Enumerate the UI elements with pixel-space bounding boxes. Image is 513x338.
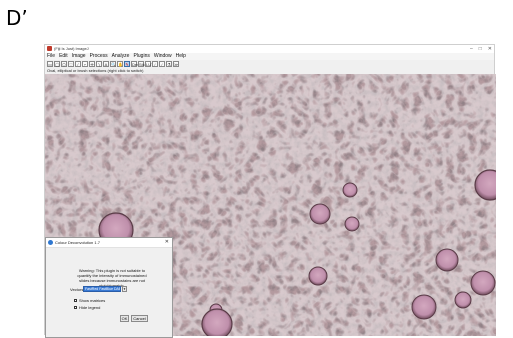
menu-edit[interactable]: Edit (59, 53, 68, 60)
chevron-down-icon[interactable]: ▼ (122, 286, 127, 292)
rectangle-tool-icon[interactable]: ▭ (47, 61, 53, 67)
menu-bar: File Edit Image Process Analyze Plugins … (45, 53, 494, 60)
brush-tool-icon[interactable]: ⁄ (159, 61, 165, 67)
show-matrices-label: Show matrices (79, 298, 106, 303)
colour-deconvolution-dialog: Colour Deconvolution 1.7 ✕ Warning: This… (45, 237, 173, 338)
show-matrices-checkbox[interactable] (74, 299, 77, 302)
hide-legend-checkbox[interactable] (74, 306, 77, 309)
menu-image[interactable]: Image (72, 53, 86, 60)
menu-plugins[interactable]: Plugins (133, 53, 149, 60)
dev-tool-icon[interactable]: Dev (131, 61, 139, 67)
color-picker-tool-icon[interactable]: ✎ (124, 61, 130, 67)
cell-body (342, 182, 358, 198)
minimize-button[interactable]: – (470, 45, 473, 53)
cell-body (470, 270, 496, 296)
line-tool-icon[interactable]: ∕ (75, 61, 81, 67)
lut-tool-icon[interactable]: LUT (145, 61, 154, 67)
close-button[interactable]: ✕ (488, 45, 492, 53)
wand-tool-icon[interactable]: ∖ (96, 61, 102, 67)
pencil-tool-icon[interactable]: ⁄ (152, 61, 158, 67)
cell-body (308, 266, 328, 286)
more-tools-icon[interactable]: ≫ (173, 61, 179, 67)
menu-process[interactable]: Process (90, 53, 108, 60)
menu-analyze[interactable]: Analyze (112, 53, 130, 60)
text-tool-icon[interactable]: A (103, 61, 109, 67)
stack-tool-icon[interactable]: Stk (138, 61, 145, 67)
title-bar: (Fiji Is Just) ImageJ – □ ✕ (45, 45, 494, 53)
menu-help[interactable]: Help (176, 53, 186, 60)
cell-body (309, 203, 331, 225)
cell-body (435, 248, 459, 272)
ok-button[interactable]: OK (120, 315, 129, 322)
freehand-tool-icon[interactable]: ♡ (68, 61, 74, 67)
warning-text: Warning: This plugin is not suitable to … (77, 268, 147, 288)
panel-label: D’ (6, 6, 28, 30)
vectors-select[interactable]: FastRed FastBlue DAB (83, 286, 121, 292)
magnifier-tool-icon[interactable]: 🔍 (110, 61, 116, 67)
flask-tool-icon[interactable]: ⚗ (166, 61, 172, 67)
dialog-close-icon[interactable]: ✕ (165, 238, 169, 247)
hand-tool-icon[interactable]: ✋ (117, 61, 123, 67)
polygon-tool-icon[interactable]: ⬠ (61, 61, 67, 67)
java-icon (48, 240, 53, 245)
hide-legend-row[interactable]: Hide legend (74, 305, 100, 310)
show-matrices-row[interactable]: Show matrices (74, 298, 105, 303)
maximize-button[interactable]: □ (479, 45, 482, 53)
hide-legend-label: Hide legend (79, 305, 101, 310)
angle-tool-icon[interactable]: ⌐ (82, 61, 88, 67)
dialog-title: Colour Deconvolution 1.7 (55, 240, 100, 245)
cell-body (344, 216, 360, 232)
cell-body (201, 308, 233, 336)
vectors-label: Vectors (70, 287, 84, 292)
menu-file[interactable]: File (47, 53, 55, 60)
dialog-title-bar: Colour Deconvolution 1.7 ✕ (46, 238, 172, 248)
cancel-button[interactable]: Cancel (131, 315, 148, 322)
cell-body (411, 294, 437, 320)
point-tool-icon[interactable]: ✛ (89, 61, 95, 67)
menu-window[interactable]: Window (154, 53, 172, 60)
oval-tool-icon[interactable]: ◯ (54, 61, 60, 67)
toolbar: ▭ ◯ ⬠ ♡ ∕ ⌐ ✛ ∖ A 🔍 ✋ ✎ Dev Stk LUT ⁄ ⁄ … (45, 60, 494, 68)
window-title: (Fiji Is Just) ImageJ (54, 46, 89, 51)
cell-body (454, 291, 472, 309)
app-icon (47, 46, 52, 51)
